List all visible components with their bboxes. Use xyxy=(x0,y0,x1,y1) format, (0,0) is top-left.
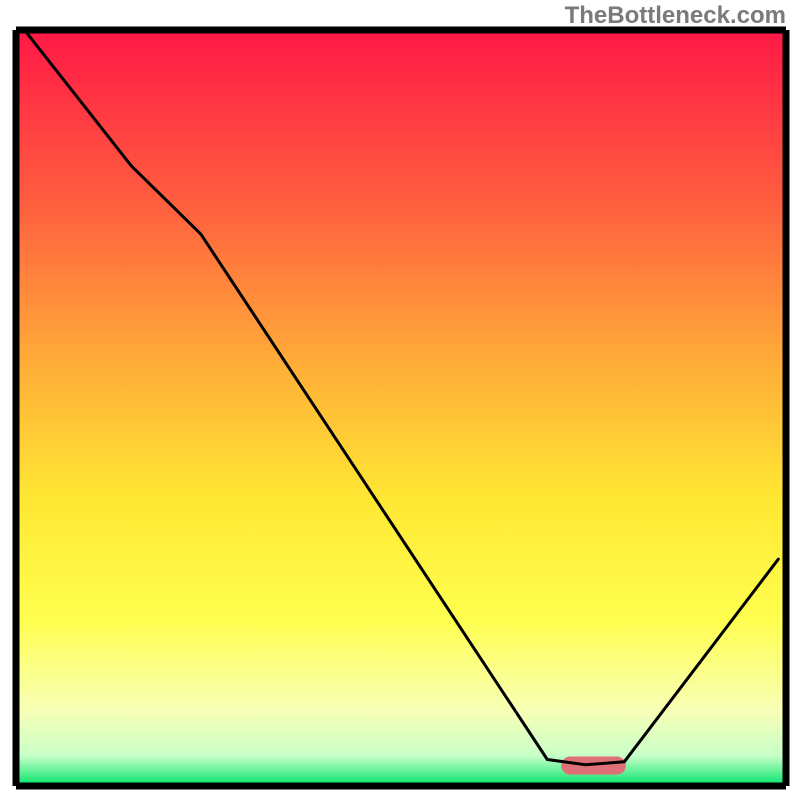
gradient-background xyxy=(16,30,786,786)
bottleneck-chart xyxy=(0,0,800,800)
chart-container: TheBottleneck.com xyxy=(0,0,800,800)
